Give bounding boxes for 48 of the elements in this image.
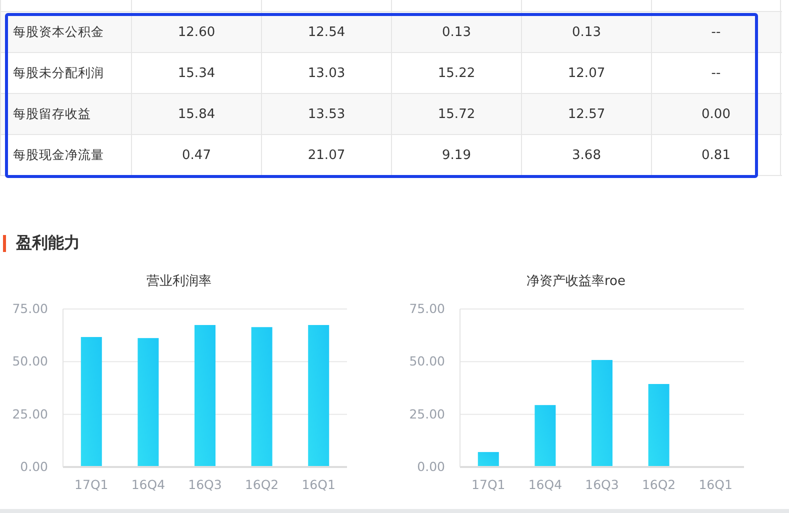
row-label: 每股留存收益 (0, 94, 131, 134)
accent-bar (3, 234, 6, 252)
table-cell: 12.57 (521, 94, 651, 134)
table-cell: -- (651, 12, 781, 52)
table-cell: 0.13 (391, 12, 521, 52)
axis-category-label: 16Q4 (528, 477, 562, 492)
axis-category-label: 16Q1 (302, 477, 336, 492)
table-cell: 0.47 (131, 135, 261, 175)
table-cell: 15.22 (391, 53, 521, 93)
chart-title: 营业利润率 (146, 274, 212, 289)
table-cell: 3.68 (521, 135, 651, 175)
axis-tick-label: 0.00 (20, 459, 48, 474)
axis-category-label: 16Q4 (131, 477, 166, 492)
row-label: 每股未分配利润 (0, 53, 131, 93)
bar (534, 405, 556, 466)
axis-tick-label: 0.00 (417, 459, 445, 474)
table-cell: 13.53 (261, 94, 391, 134)
axis-category-label: 17Q1 (472, 477, 506, 492)
axis-tick-label: 50.00 (409, 354, 445, 369)
axis-category-label: 16Q3 (585, 477, 619, 492)
table-cell: 0.81 (651, 135, 781, 175)
axis-category-label: 16Q3 (188, 477, 222, 492)
table-cell: 21.07 (261, 135, 391, 175)
table-cell: 9.19 (391, 135, 521, 175)
table-cell: 15.84 (131, 94, 261, 134)
axis-tick-label: 25.00 (12, 406, 48, 422)
table-cell: 12.54 (261, 12, 391, 52)
axis-tick-label: 50.00 (12, 354, 48, 369)
chart-title: 净资产收益率roe (526, 274, 626, 289)
bar (478, 452, 499, 466)
table-cell: 0.13 (521, 12, 651, 52)
section-title: 盈利能力 (16, 232, 80, 254)
axis-tick-label: 75.00 (409, 301, 445, 316)
axis-category-label: 16Q2 (642, 477, 676, 492)
table-cell: -- (651, 53, 781, 93)
axis-category-label: 16Q2 (244, 477, 279, 492)
table-cell: 13.03 (261, 53, 391, 93)
axis-tick-label: 75.00 (12, 301, 48, 316)
table-cell: 12.07 (521, 53, 651, 93)
table-cell: 15.72 (391, 94, 521, 134)
table-cell: 15.34 (131, 53, 261, 93)
table-cell: 12.60 (131, 12, 261, 52)
axis-category-label: 17Q1 (74, 477, 108, 492)
table-cell: 0.00 (651, 94, 781, 134)
axis-category-label: 16Q1 (698, 477, 732, 492)
row-label: 每股资本公积金 (0, 12, 131, 52)
row-label: 每股现金净流量 (0, 135, 131, 175)
axis-tick-label: 25.00 (409, 406, 445, 422)
